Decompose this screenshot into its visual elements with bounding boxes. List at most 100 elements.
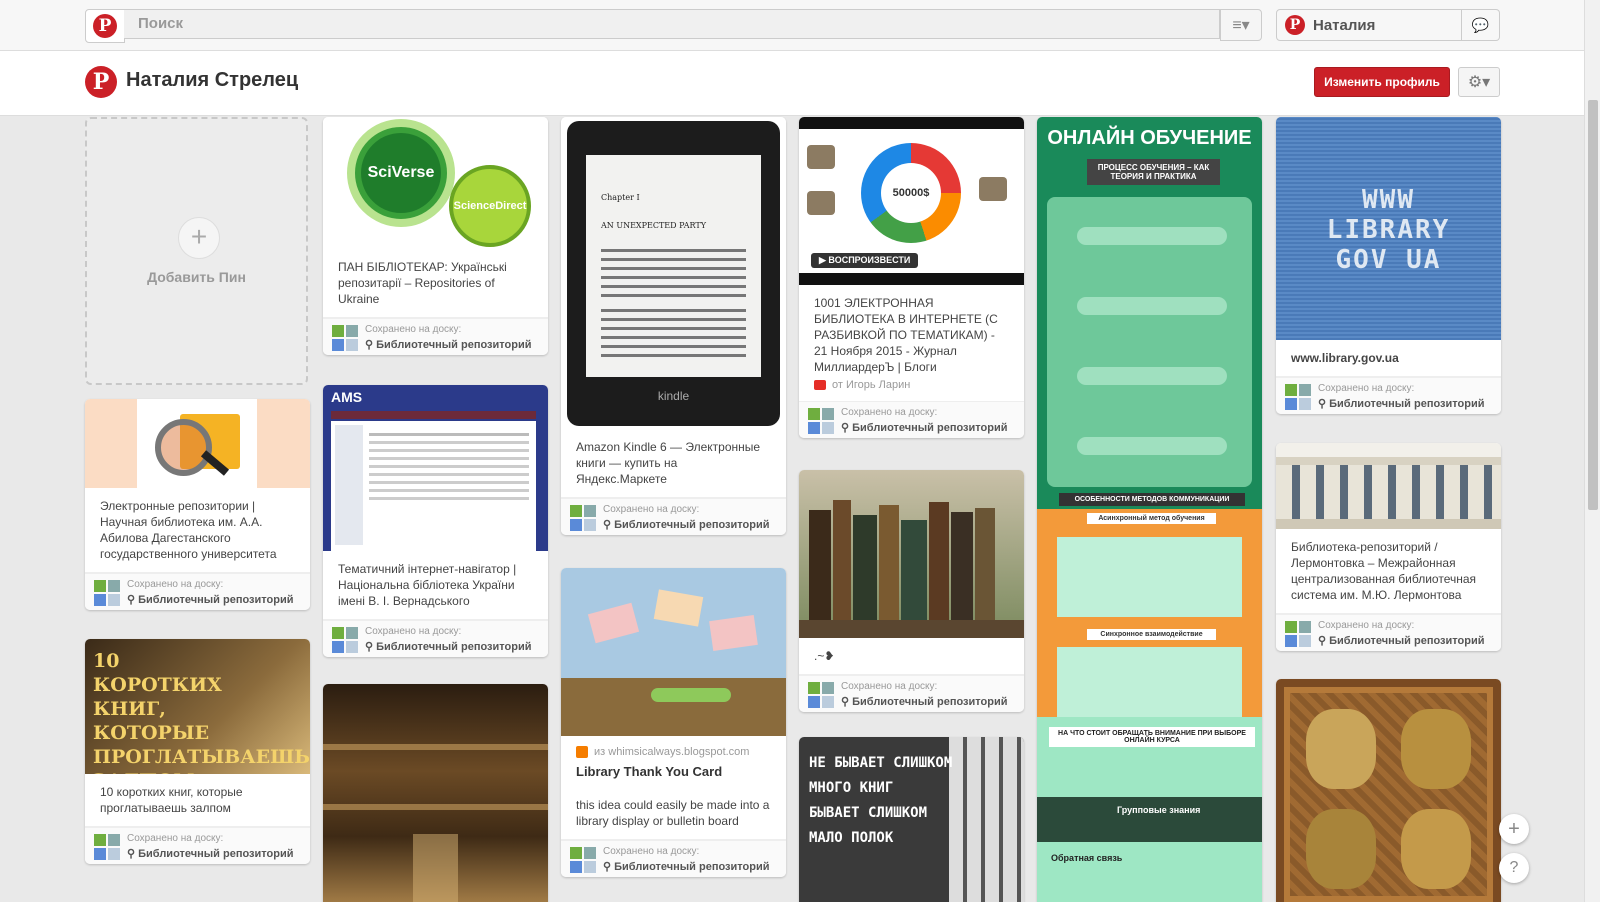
gear-icon: ⚙▾	[1467, 74, 1491, 91]
sciverse-logo: SciVerse	[361, 133, 441, 213]
pin-image[interactable]: AMS	[323, 385, 548, 551]
pin-description: .~❥	[799, 638, 1024, 675]
pin-card[interactable]: AMS Тематичний інтернет-навігатор | Наці…	[323, 385, 548, 657]
pin-card[interactable]: SciVerse ScienceDirect ПАН БІБЛІОТЕКАР: …	[323, 117, 548, 355]
pin-card[interactable]: .~❥ Сохранено на доску: ⚲ Библиотечный р…	[799, 470, 1024, 712]
pin-board-info[interactable]: Сохранено на доску: ⚲ Библиотечный репоз…	[1276, 377, 1501, 414]
pin-card[interactable]	[323, 684, 548, 902]
pin-image-text: 10 КОРОТКИХ КНИГ, КОТОРЫЕ ПРОГЛАТЫВАЕШЬ …	[93, 650, 310, 774]
pin-image[interactable]: 10 КОРОТКИХ КНИГ, КОТОРЫЕ ПРОГЛАТЫВАЕШЬ …	[85, 639, 310, 774]
pin-image[interactable]	[323, 684, 548, 902]
board-name[interactable]: ⚲ Библиотечный репозиторий	[603, 518, 769, 531]
location-icon: ⚲	[365, 339, 377, 351]
saved-label: Сохранено на доску:	[127, 579, 224, 590]
board-name[interactable]: ⚲ Библиотечный репозиторий	[1318, 397, 1484, 410]
page-scrollbar[interactable]	[1584, 0, 1600, 902]
pin-description: Amazon Kindle 6 — Электронные книги — ку…	[561, 429, 786, 498]
add-floating-button[interactable]: +	[1499, 814, 1529, 844]
kindle-chapter: Chapter I	[601, 193, 640, 202]
infographic-title: ОНЛАЙН ОБУЧЕНИЕ	[1047, 127, 1252, 149]
pin-image[interactable]	[561, 568, 786, 736]
user-menu-button[interactable]: P Наталия	[1276, 9, 1462, 41]
pin-board-info[interactable]: Сохранено на доску: ⚲ Библиотечный репоз…	[323, 318, 548, 355]
pin-image[interactable]	[1276, 679, 1501, 902]
saved-label: Сохранено на доску:	[603, 846, 700, 858]
pin-board-info[interactable]: Сохранено на доску: ⚲ Библиотечный репоз…	[799, 401, 1024, 438]
pin-card[interactable]: ОНЛАЙН ОБУЧЕНИЕ ПРОЦЕСС ОБУЧЕНИЯ – КАК Т…	[1037, 117, 1262, 902]
board-name[interactable]: ⚲ Библиотечный репозиторий	[1318, 634, 1484, 647]
pin-card[interactable]: WWW LIBRARY GOV UA www.library.gov.ua Со…	[1276, 117, 1501, 414]
board-name[interactable]: ⚲ Библиотечный репозиторий	[841, 421, 1007, 434]
board-name[interactable]: ⚲ Библиотечный репозиторий	[365, 338, 531, 351]
quote-line: НЕ БЫВАЕТ СЛИШКОМ	[809, 755, 953, 771]
categories-menu-button[interactable]: ≡▾	[1220, 9, 1262, 41]
pin-image[interactable]	[799, 470, 1024, 638]
profile-name[interactable]: Наталия Стрелец	[126, 69, 298, 92]
pin-board-info[interactable]: Сохранено на доску: ⚲ Библиотечный репоз…	[85, 573, 310, 610]
pin-card[interactable]: из whimsicalways.blogspot.com Library Th…	[561, 568, 786, 878]
board-name[interactable]: ⚲ Библиотечный репозиторий	[603, 860, 769, 873]
pin-image[interactable]	[85, 399, 310, 488]
infographic-section: Групповые знания	[1117, 805, 1201, 815]
infographic-section: Асинхронный метод обучения	[1087, 513, 1216, 524]
blogger-icon	[576, 746, 588, 759]
pin-description: Библиотека-репозиторий / Лермонтовка – М…	[1276, 529, 1501, 614]
add-pin-card[interactable]: + Добавить Пин	[85, 117, 308, 385]
kindle-brand: kindle	[657, 389, 690, 403]
pin-description: ПАН БІБЛІОТЕКАР: Українські репозитарії …	[323, 249, 548, 318]
location-icon: ⚲	[365, 641, 377, 653]
pin-card[interactable]: НЕ БЫВАЕТ СЛИШКОМ МНОГО КНИГ БЫВАЕТ СЛИШ…	[799, 737, 1024, 902]
pin-image[interactable]: НЕ БЫВАЕТ СЛИШКОМ МНОГО КНИГ БЫВАЕТ СЛИШ…	[799, 737, 1024, 902]
pin-title[interactable]: Library Thank You Card	[561, 758, 786, 787]
board-name[interactable]: ⚲ Библиотечный репозиторий	[127, 593, 293, 606]
pin-card[interactable]: 50000$ ▶ ВОСПРОИЗВЕСТИ 1001 ЭЛЕКТРОННАЯ …	[799, 117, 1024, 438]
quote-line: БЫВАЕТ СЛИШКОМ	[809, 805, 928, 821]
board-name[interactable]: ⚲ Библиотечный репозиторий	[127, 847, 293, 860]
search-input[interactable]	[124, 9, 1220, 39]
board-name[interactable]: ⚲ Библиотечный репозиторий	[365, 640, 531, 653]
location-icon: ⚲	[841, 696, 853, 708]
pin-board-info[interactable]: Сохранено на доску: ⚲ Библиотечный репоз…	[561, 498, 786, 535]
pin-board-info[interactable]: Сохранено на доску: ⚲ Библиотечный репоз…	[799, 675, 1024, 712]
sciencedirect-logo: ScienceDirect	[449, 165, 531, 247]
saved-label: Сохранено на доску:	[841, 681, 938, 692]
pin-source[interactable]: из whimsicalways.blogspot.com	[561, 736, 786, 759]
saved-label: Сохранено на доску:	[127, 833, 224, 844]
pin-description: this idea could easily be made into a li…	[561, 787, 786, 841]
pin-card[interactable]: Электронные репозитории | Научная библио…	[85, 399, 310, 610]
quote-line: МНОГО КНИГ	[809, 780, 894, 796]
pinterest-logo-icon: P	[93, 14, 117, 38]
pin-card[interactable]	[1276, 679, 1501, 902]
pin-image[interactable]: Chapter I AN UNEXPECTED PARTY kindle	[561, 117, 786, 429]
notifications-icon: 💬	[1471, 16, 1490, 33]
library-gov-text: WWW	[1362, 185, 1415, 215]
user-pin-icon: P	[1285, 15, 1305, 35]
infographic-section: ОСОБЕННОСТИ МЕТОДОВ КОММУНИКАЦИИ	[1059, 493, 1245, 506]
saved-label: Сохранено на доску:	[365, 324, 462, 335]
scrollbar-thumb[interactable]	[1588, 100, 1598, 510]
infographic-section: НА ЧТО СТОИТ ОБРАЩАТЬ ВНИМАНИЕ ПРИ ВЫБОР…	[1049, 727, 1255, 747]
pin-card[interactable]: Chapter I AN UNEXPECTED PARTY kindle Ama…	[561, 117, 786, 535]
pin-card[interactable]: 10 КОРОТКИХ КНИГ, КОТОРЫЕ ПРОГЛАТЫВАЕШЬ …	[85, 639, 310, 864]
pin-image[interactable]: SciVerse ScienceDirect	[323, 117, 548, 249]
pin-image[interactable]: WWW LIBRARY GOV UA	[1276, 117, 1501, 340]
help-button[interactable]: ?	[1499, 853, 1529, 883]
profile-bar: P Наталия Стрелец Изменить профиль ⚙▾	[0, 51, 1584, 116]
board-name[interactable]: ⚲ Библиотечный репозиторий	[841, 695, 1007, 708]
saved-label: Сохранено на доску:	[1318, 383, 1415, 394]
settings-button[interactable]: ⚙▾	[1458, 67, 1500, 97]
pin-image[interactable]: 50000$ ▶ ВОСПРОИЗВЕСТИ	[799, 117, 1024, 285]
notifications-button[interactable]: 💬	[1462, 9, 1500, 41]
edit-profile-button[interactable]: Изменить профиль	[1314, 67, 1450, 97]
pin-board-info[interactable]: Сохранено на доску: ⚲ Библиотечный репоз…	[85, 827, 310, 864]
pin-board-info[interactable]: Сохранено на доску: ⚲ Библиотечный репоз…	[561, 840, 786, 878]
pinterest-logo[interactable]: P	[85, 9, 125, 43]
pin-image[interactable]: ОНЛАЙН ОБУЧЕНИЕ ПРОЦЕСС ОБУЧЕНИЯ – КАК Т…	[1037, 117, 1262, 902]
saved-label: Сохранено на доску:	[1318, 620, 1415, 631]
pin-source[interactable]: от Игорь Ларин	[799, 377, 1024, 401]
play-video-button[interactable]: ▶ ВОСПРОИЗВЕСТИ	[811, 253, 919, 268]
pin-board-info[interactable]: Сохранено на доску: ⚲ Библиотечный репоз…	[323, 620, 548, 657]
pin-card[interactable]: Библиотека-репозиторий / Лермонтовка – М…	[1276, 443, 1501, 651]
pin-image[interactable]	[1276, 443, 1501, 529]
pin-board-info[interactable]: Сохранено на доску: ⚲ Библиотечный репоз…	[1276, 614, 1501, 651]
